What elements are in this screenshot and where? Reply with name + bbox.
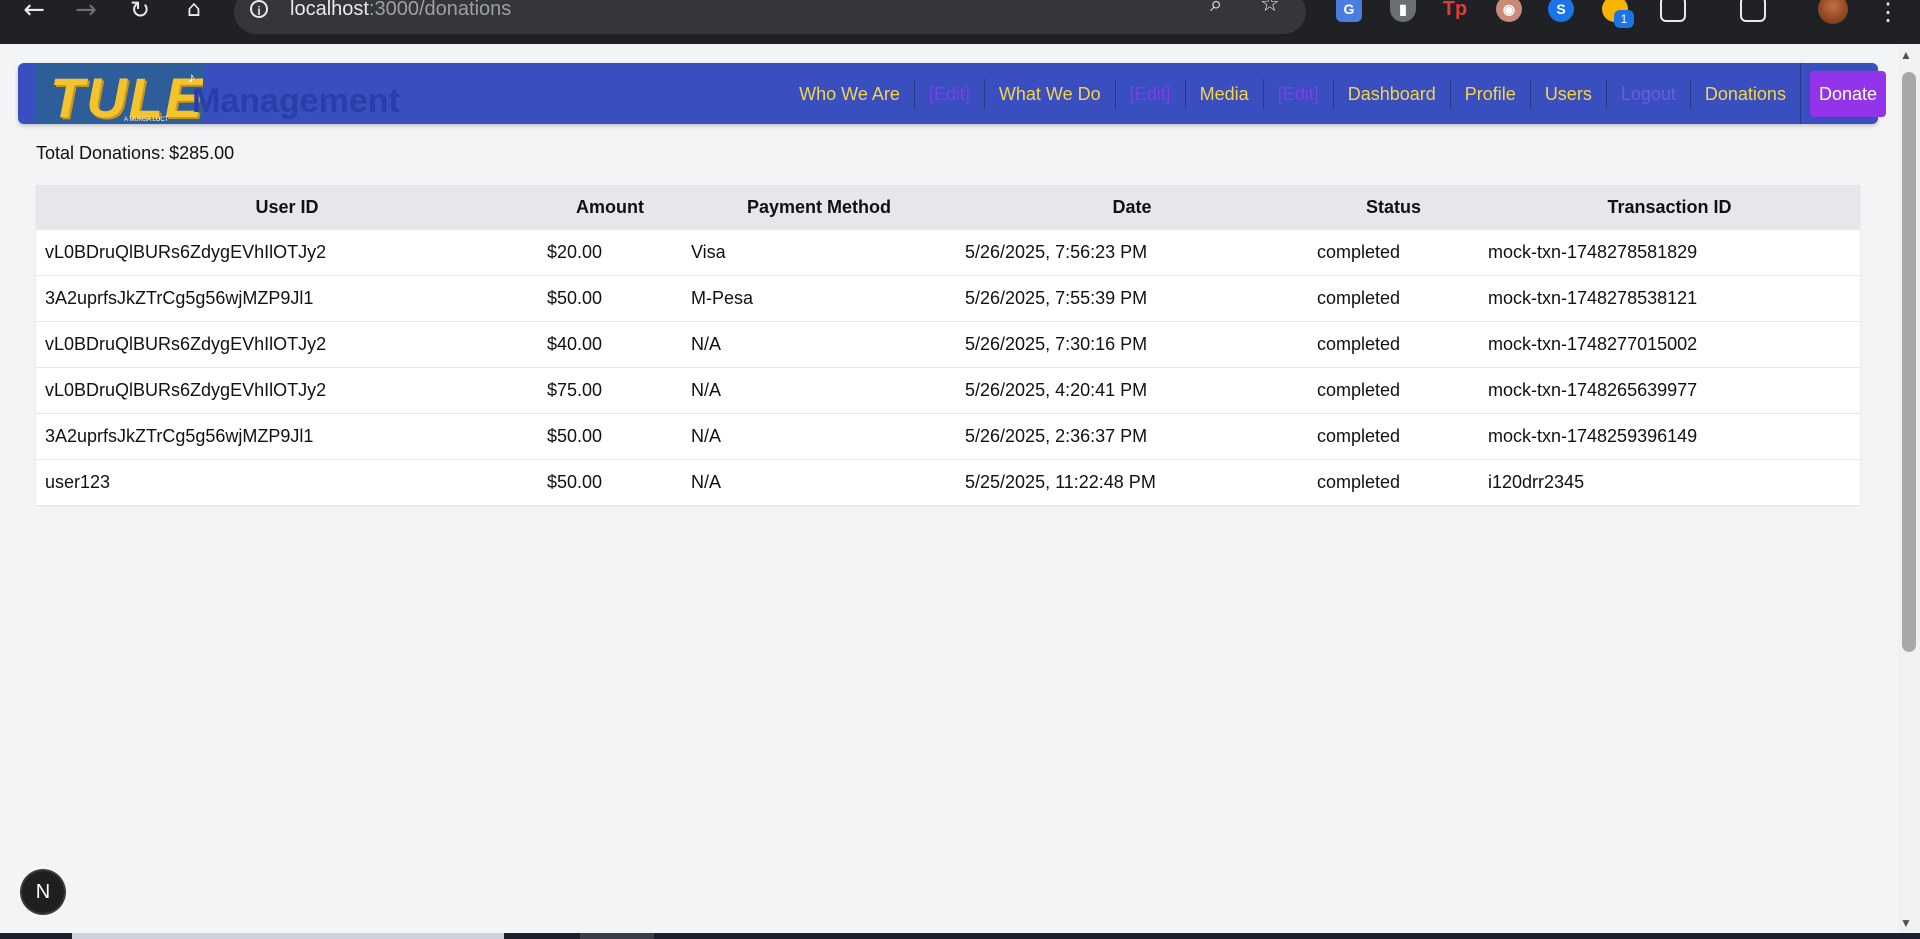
- zoom-icon[interactable]: ⌕: [1210, 0, 1222, 17]
- extension-badge: 1: [1614, 10, 1634, 28]
- table-row: 3A2uprfsJkZTrCg5g56wjMZP9Jl1 $50.00 N/A …: [36, 413, 1860, 460]
- cell-payment-method: Visa: [682, 229, 956, 276]
- nav-donations[interactable]: Donations: [1691, 79, 1800, 109]
- table-row: vL0BDruQlBURs6ZdygEVhIlOTJy2 $75.00 N/A …: [36, 367, 1860, 414]
- cell-payment-method: N/A: [682, 321, 956, 368]
- shield-extension-icon[interactable]: ▮: [1390, 0, 1416, 22]
- scroll-up-arrow-icon[interactable]: ▲: [1900, 48, 1912, 62]
- cell-date: 5/26/2025, 2:36:37 PM: [956, 413, 1308, 460]
- address-bar[interactable]: i localhost:3000/donations ⌕ ☆: [234, 0, 1306, 34]
- taskbar-segment: [72, 933, 504, 939]
- cell-transaction-id: mock-txn-1748265639977: [1479, 367, 1860, 414]
- cell-status: completed: [1308, 459, 1479, 505]
- nav-media[interactable]: Media: [1186, 78, 1264, 109]
- site-info-icon[interactable]: i: [250, 0, 268, 18]
- column-header-payment-method: Payment Method: [682, 185, 956, 230]
- cell-amount: $50.00: [538, 459, 682, 505]
- site-logo[interactable]: TULE ♪ A MUNSA LOCT: [36, 63, 203, 124]
- profile-avatar[interactable]: [1818, 0, 1848, 24]
- scrollbar-thumb[interactable]: [1902, 72, 1916, 652]
- cell-date: 5/26/2025, 4:20:41 PM: [956, 367, 1308, 414]
- nav-divider: [1799, 63, 1801, 124]
- scroll-down-arrow-icon[interactable]: ▼: [1900, 916, 1912, 930]
- main-nav: Who We Are [Edit] What We Do [Edit] Medi…: [785, 63, 1886, 124]
- total-donations: Total Donations: $285.00: [36, 143, 234, 164]
- puzzle-extensions-icon[interactable]: [1660, 0, 1686, 22]
- nav-dashboard[interactable]: Dashboard: [1334, 78, 1451, 109]
- cell-date: 5/26/2025, 7:55:39 PM: [956, 275, 1308, 322]
- cell-transaction-id: i120drr2345: [1479, 459, 1860, 505]
- back-arrow-icon[interactable]: ←: [18, 0, 50, 23]
- translate-extension-icon[interactable]: G: [1336, 0, 1362, 22]
- nav-who-we-are[interactable]: Who We Are: [785, 78, 915, 109]
- browser-toolbar: ← → ↻ ⌂ i localhost:3000/donations ⌕ ☆ G…: [0, 0, 1920, 44]
- cell-user-id: vL0BDruQlBURs6ZdygEVhIlOTJy2: [36, 229, 538, 276]
- cell-user-id: vL0BDruQlBURs6ZdygEVhIlOTJy2: [36, 321, 538, 368]
- cell-date: 5/26/2025, 7:56:23 PM: [956, 229, 1308, 276]
- star-icon[interactable]: ☆: [1260, 0, 1280, 17]
- cell-user-id: 3A2uprfsJkZTrCg5g56wjMZP9Jl1: [36, 275, 538, 322]
- table-row: vL0BDruQlBURs6ZdygEVhIlOTJy2 $40.00 N/A …: [36, 321, 1860, 368]
- donate-button[interactable]: Donate: [1809, 70, 1886, 117]
- cell-payment-method: N/A: [682, 459, 956, 505]
- forward-arrow-icon[interactable]: →: [70, 0, 102, 23]
- table-row: user123 $50.00 N/A 5/25/2025, 11:22:48 P…: [36, 459, 1860, 505]
- cell-payment-method: N/A: [682, 367, 956, 414]
- cell-payment-method: M-Pesa: [682, 275, 956, 322]
- page-title: Management: [192, 82, 400, 120]
- column-header-date: Date: [956, 185, 1308, 230]
- tp-extension-icon[interactable]: Tp: [1442, 0, 1468, 22]
- nav-what-we-do[interactable]: What We Do: [985, 78, 1116, 109]
- cell-transaction-id: mock-txn-1748278538121: [1479, 275, 1860, 322]
- cell-amount: $40.00: [538, 321, 682, 368]
- cell-transaction-id: mock-txn-1748277015002: [1479, 321, 1860, 368]
- column-header-amount: Amount: [538, 185, 682, 230]
- taskbar-segment: [580, 933, 654, 939]
- home-icon[interactable]: ⌂: [178, 0, 210, 21]
- column-header-status: Status: [1308, 185, 1479, 230]
- cell-amount: $20.00: [538, 229, 682, 276]
- shazam-extension-icon[interactable]: S: [1548, 0, 1574, 22]
- table-row: 3A2uprfsJkZTrCg5g56wjMZP9Jl1 $50.00 M-Pe…: [36, 275, 1860, 322]
- nav-profile[interactable]: Profile: [1451, 78, 1531, 109]
- cell-payment-method: N/A: [682, 413, 956, 460]
- reload-icon[interactable]: ↻: [124, 0, 156, 22]
- nav-edit-who-we-are[interactable]: [Edit]: [915, 78, 985, 109]
- cell-transaction-id: mock-txn-1748278581829: [1479, 229, 1860, 276]
- cell-amount: $50.00: [538, 275, 682, 322]
- nav-users[interactable]: Users: [1531, 78, 1607, 109]
- table-row: vL0BDruQlBURs6ZdygEVhIlOTJy2 $20.00 Visa…: [36, 229, 1860, 276]
- cell-status: completed: [1308, 229, 1479, 276]
- nav-edit-media[interactable]: [Edit]: [1264, 78, 1334, 109]
- cell-amount: $75.00: [538, 367, 682, 414]
- cell-date: 5/26/2025, 7:30:16 PM: [956, 321, 1308, 368]
- face-extension-icon[interactable]: ◉: [1496, 0, 1522, 22]
- cell-transaction-id: mock-txn-1748259396149: [1479, 413, 1860, 460]
- kebab-menu-icon[interactable]: ⋮: [1876, 0, 1900, 27]
- total-donations-amount: $285.00: [169, 143, 235, 163]
- cell-amount: $50.00: [538, 413, 682, 460]
- cell-status: completed: [1308, 413, 1479, 460]
- cell-status: completed: [1308, 367, 1479, 414]
- nav-edit-what-we-do[interactable]: [Edit]: [1116, 78, 1186, 109]
- cell-user-id: user123: [36, 459, 538, 505]
- nav-logout[interactable]: Logout: [1607, 78, 1691, 109]
- cell-status: completed: [1308, 321, 1479, 368]
- cell-status: completed: [1308, 275, 1479, 322]
- os-taskbar: [0, 933, 1920, 939]
- cell-user-id: 3A2uprfsJkZTrCg5g56wjMZP9Jl1: [36, 413, 538, 460]
- tab-search-icon[interactable]: [1740, 0, 1766, 22]
- column-header-user-id: User ID: [36, 185, 538, 230]
- cell-date: 5/25/2025, 11:22:48 PM: [956, 459, 1308, 505]
- nextjs-dev-indicator-icon[interactable]: N: [22, 871, 64, 913]
- cell-user-id: vL0BDruQlBURs6ZdygEVhIlOTJy2: [36, 367, 538, 414]
- total-donations-label: Total Donations:: [36, 143, 166, 163]
- table-header-row: User ID Amount Payment Method Date Statu…: [36, 185, 1860, 230]
- column-header-transaction-id: Transaction ID: [1479, 185, 1860, 230]
- url-text[interactable]: localhost:3000/donations: [290, 0, 511, 21]
- donations-table: User ID Amount Payment Method Date Statu…: [36, 185, 1860, 505]
